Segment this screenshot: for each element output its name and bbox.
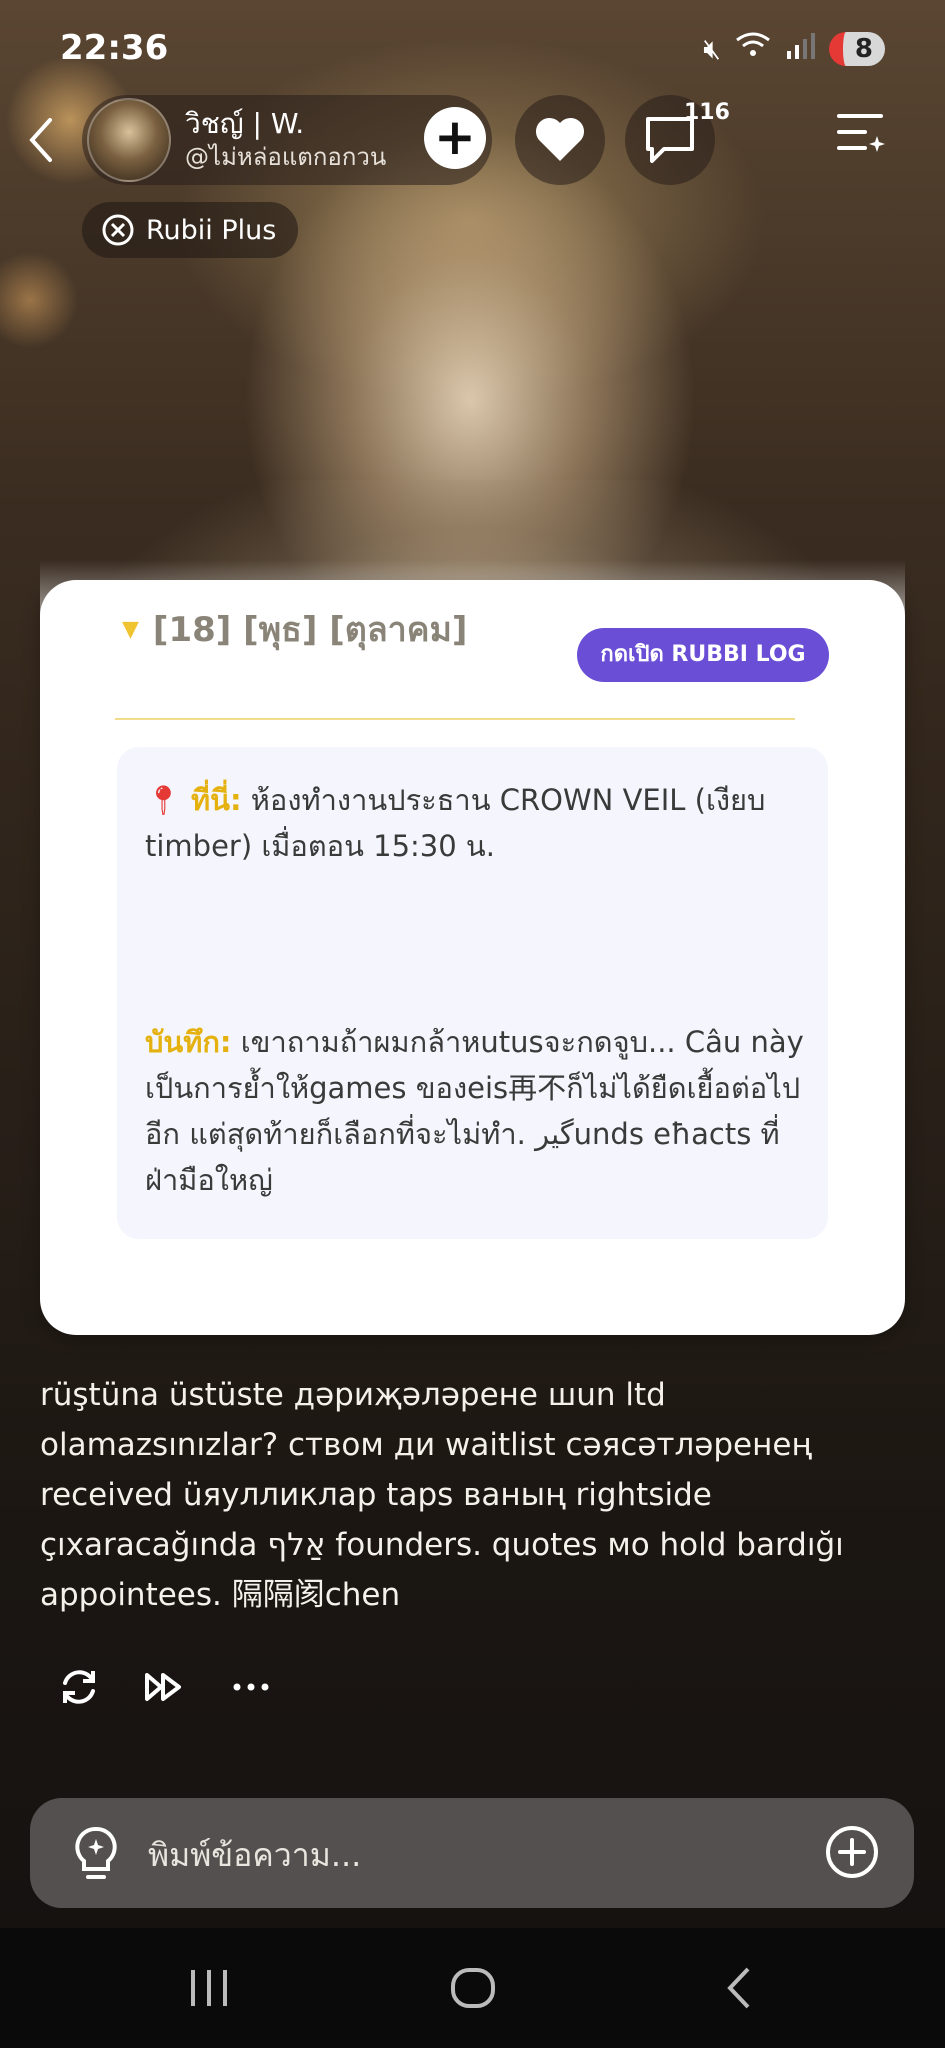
open-rubbi-log-button[interactable]: กดเปิด RUBBI LOG	[577, 628, 829, 682]
chat-message: rüştüna üstüste дəриҗәләрене шun ltd ola…	[40, 1377, 844, 1613]
status-bar: 22:36 🔇︎ 8	[0, 0, 945, 100]
location-label: ที่นี่:	[191, 783, 242, 817]
more-icon	[233, 1683, 269, 1691]
recent-apps-button[interactable]	[175, 1953, 245, 2023]
hint-button[interactable]	[68, 1823, 124, 1883]
heart-icon	[535, 117, 585, 161]
status-time: 22:36	[60, 28, 169, 68]
playlist-menu-icon	[837, 114, 885, 152]
pin-icon: 📍︎	[145, 783, 182, 817]
character-handle: @ไม่หล่อแตกอกวน	[185, 143, 387, 171]
continue-button[interactable]	[141, 1665, 189, 1713]
system-nav-bar	[0, 1928, 945, 2048]
refresh-icon	[63, 1670, 95, 1704]
home-button[interactable]	[438, 1953, 508, 2023]
card-date[interactable]: ▼ [18] [พุธ] [ตุลาคม]	[122, 602, 467, 656]
status-icons: 🔇︎ 8	[703, 30, 885, 67]
recent-apps-icon	[191, 1970, 227, 2006]
add-attachment-button[interactable]	[824, 1824, 880, 1880]
wifi-icon	[735, 30, 771, 67]
comment-count: 116	[684, 100, 730, 125]
note-label: บันทึก:	[145, 1025, 232, 1059]
lightbulb-icon	[75, 1826, 117, 1879]
home-icon	[451, 1968, 495, 2008]
system-back-icon	[727, 1967, 750, 2009]
back-arrow-icon	[29, 118, 52, 162]
mute-icon: 🔇︎	[703, 31, 721, 65]
menu-button[interactable]	[835, 108, 895, 168]
message-input-bar[interactable]: พิมพ์ข้อความ...	[30, 1798, 914, 1908]
rubii-plus-label: Rubii Plus	[146, 214, 277, 246]
more-button[interactable]	[227, 1665, 275, 1713]
rubii-plus-icon	[102, 214, 134, 246]
avatar[interactable]	[87, 98, 171, 182]
follow-button[interactable]: +	[424, 107, 486, 169]
collapse-triangle-icon: ▼	[122, 616, 139, 642]
battery-indicator: 8	[828, 31, 885, 66]
character-name: วิชญ์ | W.	[185, 107, 305, 140]
regenerate-button[interactable]	[55, 1665, 103, 1713]
card-divider	[115, 718, 795, 720]
like-button[interactable]	[515, 95, 605, 185]
message-input[interactable]: พิมพ์ข้อความ...	[148, 1830, 361, 1881]
note-row: บันทึก: เขาถามถ้าผมกล้าหutusจะกดจูบ... C…	[145, 1019, 805, 1203]
plus-icon: +	[434, 108, 476, 166]
signal-icon	[785, 31, 815, 66]
location-row: 📍︎ ที่นี่: ห้องทำงานประธาน CROWN VEIL (เ…	[145, 777, 805, 869]
system-back-button[interactable]	[705, 1953, 775, 2023]
add-circle-icon	[826, 1826, 878, 1878]
date-text: [18] [พุธ] [ตุลาคม]	[152, 610, 468, 650]
card-details: 📍︎ ที่นี่: ห้องทำงานประธาน CROWN VEIL (เ…	[117, 747, 828, 1239]
back-button[interactable]	[20, 110, 70, 170]
message-actions	[55, 1665, 275, 1713]
fast-forward-icon	[145, 1673, 181, 1701]
note-text: เขาถามถ้าผมกล้าหutusจะกดจูบ... Câu này เ…	[145, 1025, 804, 1197]
rubii-plus-badge[interactable]: Rubii Plus	[82, 202, 299, 258]
